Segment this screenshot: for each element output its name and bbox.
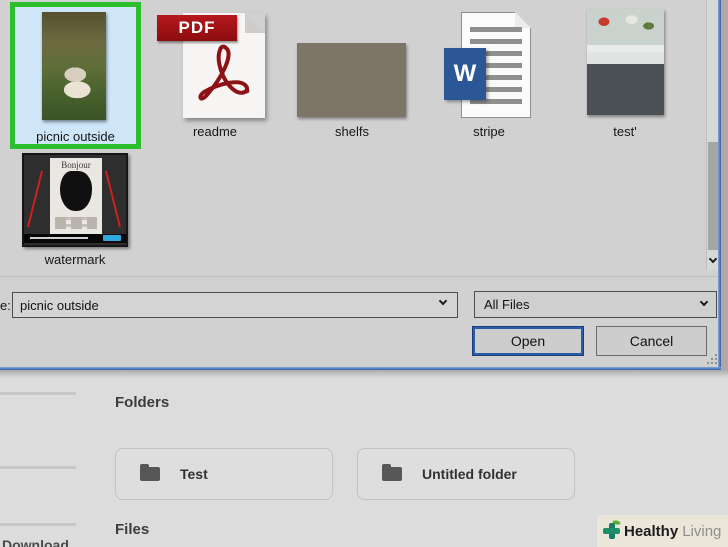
- drive-page: Download Folders Test Untitled folder Fi…: [0, 370, 728, 547]
- files-section-heading: Files: [115, 521, 150, 538]
- file-list-area: picnic outside PDF readme shelfs W strip…: [0, 0, 721, 277]
- file-item-label: shelfs: [335, 124, 369, 139]
- dialog-drop-shadow: [0, 370, 728, 378]
- folder-icon: [140, 464, 160, 481]
- file-item-stripe[interactable]: W stripe: [434, 0, 544, 150]
- file-item-picnic-outside[interactable]: picnic outside: [15, 7, 136, 144]
- cover-text-rows: [55, 217, 97, 229]
- folder-icon: [382, 464, 402, 481]
- file-name-input[interactable]: [12, 292, 458, 318]
- folders-section-heading: Folders: [115, 394, 170, 411]
- magazine-cover: Bonjour: [50, 158, 102, 234]
- sidebar-divider: [0, 392, 76, 395]
- banner-blue-button: [103, 235, 121, 241]
- healthy-living-cross-icon: [603, 519, 621, 540]
- cancel-button-label: Cancel: [629, 333, 674, 349]
- file-item-watermark[interactable]: Bonjour watermark: [20, 153, 130, 271]
- folder-card-label: Untitled folder: [422, 466, 517, 482]
- file-item-shelfs[interactable]: shelfs: [295, 0, 409, 150]
- screenshot-root: picnic outside PDF readme shelfs W strip…: [0, 0, 728, 547]
- model-hair-shape: [60, 171, 92, 211]
- folder-card-label: Test: [180, 466, 208, 482]
- open-button[interactable]: Open: [472, 326, 584, 356]
- cookie-banner-bar: [24, 234, 126, 243]
- badge-text-light: Living: [682, 522, 722, 540]
- sidebar-item-partial[interactable]: Download: [2, 537, 92, 547]
- file-name-label-partial: e:: [0, 298, 11, 313]
- folder-card-test[interactable]: Test: [115, 448, 333, 500]
- dialog-window-border: [718, 0, 721, 370]
- picnic-outside-thumbnail-image: [42, 12, 106, 120]
- file-item-label: readme: [192, 124, 238, 139]
- word-logo: W: [444, 48, 486, 100]
- list-divider: [0, 276, 721, 277]
- healthy-living-badge: Healthy Living: [597, 515, 728, 547]
- file-open-dialog: picnic outside PDF readme shelfs W strip…: [0, 0, 721, 370]
- page-fold-corner: [515, 12, 531, 28]
- file-item-readme[interactable]: PDF readme: [155, 0, 275, 150]
- file-item-label: watermark: [44, 252, 106, 267]
- page-fold-corner: [245, 13, 265, 33]
- file-item-label: stripe: [473, 124, 505, 139]
- file-type-select[interactable]: All Files: [474, 291, 717, 318]
- test-thumbnail-image: [587, 9, 664, 115]
- file-item-label: picnic outside: [36, 129, 115, 144]
- vertical-scrollbar[interactable]: [706, 0, 719, 270]
- shelfs-thumbnail-image: [297, 43, 406, 117]
- sidebar-divider: [0, 466, 76, 469]
- banner-text-line: [30, 237, 88, 239]
- chevron-down-icon: [699, 297, 709, 307]
- magazine-title: Bonjour: [61, 160, 91, 170]
- file-item-test[interactable]: test': [570, 0, 680, 150]
- red-diagonal-line: [27, 170, 43, 228]
- sidebar-divider: [0, 523, 76, 526]
- file-item-label: test': [613, 124, 637, 139]
- folder-card-untitled[interactable]: Untitled folder: [357, 448, 575, 500]
- watermark-thumbnail-image: Bonjour: [22, 153, 128, 247]
- acrobat-ribbon-icon: [198, 44, 250, 101]
- cancel-button[interactable]: Cancel: [596, 326, 707, 356]
- open-button-label: Open: [510, 333, 546, 349]
- chevron-down-icon: [708, 254, 718, 263]
- pdf-badge: PDF: [157, 15, 237, 41]
- file-type-value: All Files: [484, 297, 530, 312]
- red-diagonal-line: [105, 170, 121, 228]
- annotation-highlight-box: picnic outside: [10, 2, 141, 149]
- badge-text-bold: Healthy: [624, 522, 679, 540]
